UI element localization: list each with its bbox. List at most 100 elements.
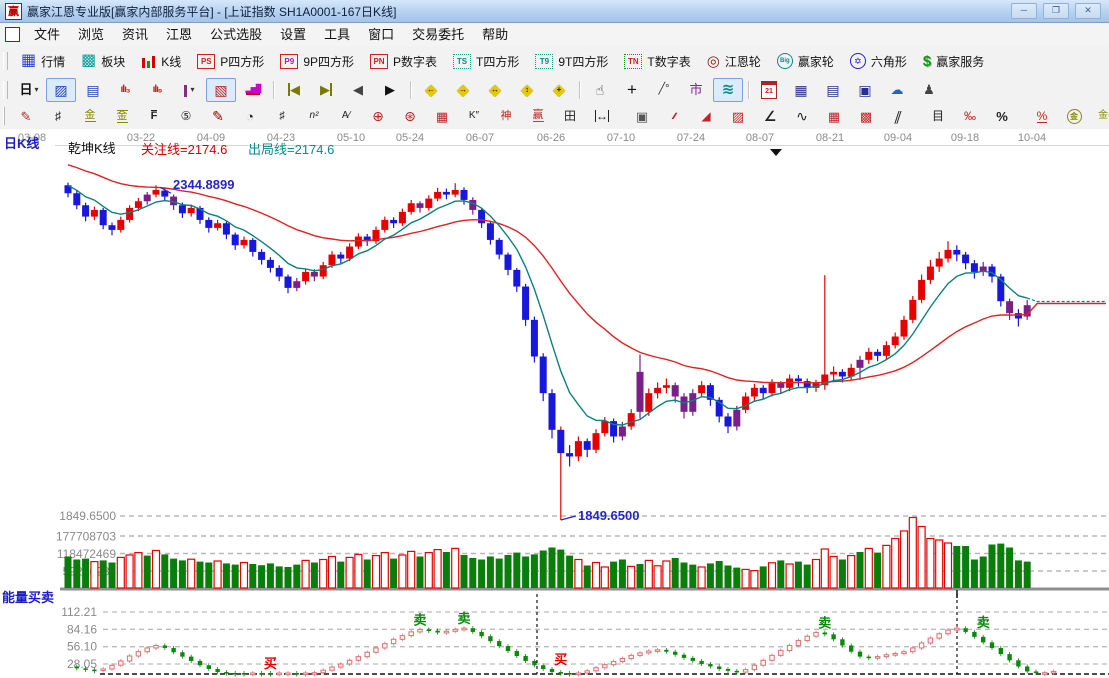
gann-box-2-button[interactable]: ▩ [851,104,881,128]
close-button[interactable]: ✕ [1075,3,1101,19]
price-columns-button[interactable]: 目 [923,104,953,128]
first-page-button[interactable]: ◀ [279,78,309,102]
menu-item-7[interactable]: 窗口 [359,27,403,42]
indicator-candle-down [849,645,853,651]
tn-box-icon: TN [624,54,642,69]
grid-123-button[interactable]: 田 [555,104,585,128]
web-export-button[interactable]: ☁ [882,78,912,102]
steps-3-button[interactable]: ılı₃ [110,78,140,102]
winner-service-button[interactable]: $赢家服务 [916,48,991,74]
width-measure-button[interactable]: ↔ [587,104,617,128]
menu-item-0[interactable]: 文件 [25,27,69,42]
spiral-5-button[interactable]: ⑤ [171,104,201,128]
t9-box-button[interactable]: T99T四方形 [528,48,615,74]
hexagon-button[interactable]: ✡六角形 [843,48,914,74]
box-measure-button[interactable]: ▣ [627,104,657,128]
candle-style-button[interactable]: ▾ [174,78,204,102]
angle-measure-button[interactable]: A∕ [331,104,361,128]
time-cycle-button[interactable]: ◔ [235,104,265,128]
menu-item-8[interactable]: 交易委托 [403,27,473,42]
indicator-candle-down [567,673,571,675]
tn-box-button[interactable]: TNT数字表 [617,48,697,74]
candle-body [883,345,890,356]
notepad-button[interactable]: ▤ [818,78,848,102]
prev-page-button[interactable]: ◀ [343,78,373,102]
gann-web-button[interactable]: ⊛ [395,104,425,128]
trend-angle-tool-button[interactable]: ╱° [649,78,679,102]
fib-lines-button[interactable]: F [139,104,169,128]
ts-box-button[interactable]: TST四方形 [446,48,526,74]
percent-strike-button[interactable]: ‰ [955,104,985,128]
bagua-pattern-button[interactable]: ▨ [46,78,76,102]
brush-red-button[interactable]: ✎ [203,104,233,128]
chart-canvas[interactable]: 03-0803-2204-0904-2305-1005-2406-0706-26… [0,129,1109,678]
fan-triangle-button[interactable]: ◢ [691,104,721,128]
smart-analysis-button[interactable]: ≋ [713,78,743,102]
info-doc-button[interactable]: ▤ [78,78,108,102]
percent-button[interactable]: % [987,104,1017,128]
period-day-button[interactable]: 日▾ [14,78,44,102]
win-ruler-button[interactable]: 赢 [523,104,553,128]
percent-strike-icon: ‰ [964,110,976,122]
trend-angle-tool-icon: ╱° [658,84,669,95]
angle-rays-button[interactable]: ∠ [755,104,785,128]
calendar-21-button[interactable]: 21 [754,78,784,102]
winner-wheel-button[interactable]: Big赢家轮 [770,48,841,74]
menu-item-4[interactable]: 公式选股 [201,27,271,42]
god-line-button[interactable]: 神 [491,104,521,128]
gann-wheel-icon: ◎ [707,54,720,69]
pencil-red-button[interactable]: ✎ [11,104,41,128]
diamond-right-button[interactable]: ◆→ [448,78,478,102]
minimize-button[interactable]: ─ [1011,3,1037,19]
gold-ratio-2-button[interactable]: 金 [107,104,137,128]
circle-cross-button[interactable]: ⊕ [363,104,393,128]
volume-bar-up [742,569,749,588]
menu-item-2[interactable]: 资讯 [113,27,157,42]
hand-tool-button[interactable]: ☝ [585,78,615,102]
calculator-button[interactable]: ▦ [786,78,816,102]
date-label: 05-10 [337,132,365,144]
tick-ruler-2-button[interactable]: ♯ [267,104,297,128]
gold-circle-button[interactable]: 金 [1059,104,1089,128]
diamond-vertical-button[interactable]: ◆↕ [512,78,542,102]
percent-line-button[interactable]: % [1027,104,1057,128]
quotes-table-button[interactable]: ▦行情 [14,48,72,74]
k-marks-button[interactable]: K″ [459,104,489,128]
gann-box-1-button[interactable]: ▦ [819,104,849,128]
zigzag-wave-button[interactable]: ∿ [787,104,817,128]
parallel-lines-button[interactable]: ∥ [883,104,913,128]
last-page-button[interactable]: ▶ [311,78,341,102]
menu-item-1[interactable]: 浏览 [69,27,113,42]
save-button[interactable]: ▣ [850,78,880,102]
fan-rays-button[interactable]: ∕∕∕ [659,104,689,128]
steps-9-button[interactable]: ılı₉ [142,78,172,102]
user-terminal-button[interactable]: ♟ [914,78,944,102]
candle-body [117,220,124,230]
p9-box-button[interactable]: P99P四方形 [273,48,361,74]
gann-tool-button[interactable]: 市 [681,78,711,102]
bagua-pattern-icon: ▨ [54,83,67,97]
diamond-horizontal-button[interactable]: ◆↔ [480,78,510,102]
gold-ratio-1-button[interactable]: 金 [75,104,105,128]
volume-histogram-button[interactable]: ▂▅█ [238,78,268,102]
crosshair-tool-button[interactable]: + [617,78,647,102]
menu-item-5[interactable]: 设置 [271,27,315,42]
gann-map-button[interactable]: ▧ [206,78,236,102]
menu-item-3[interactable]: 江恩 [157,27,201,42]
tick-ruler-button[interactable]: ♯ [43,104,73,128]
sector-blocks-button[interactable]: ▩板块 [74,48,132,74]
fan-box-button[interactable]: ▨ [723,104,753,128]
menu-item-9[interactable]: 帮助 [473,27,517,42]
maximize-button[interactable]: ❐ [1043,3,1069,19]
ps-box-button[interactable]: PSP四方形 [190,48,271,74]
n-square-button[interactable]: n² [299,104,329,128]
menu-item-6[interactable]: 工具 [315,27,359,42]
diamond-all-button[interactable]: ◆+ [544,78,574,102]
next-page-button[interactable]: ▶ [375,78,405,102]
pn-box-button[interactable]: PNP数字表 [363,48,444,74]
diamond-left-button[interactable]: ◆← [416,78,446,102]
gann-wheel-button[interactable]: ◎江恩轮 [700,48,768,74]
gann-grid-red-button[interactable]: ▦ [427,104,457,128]
gold-three-button[interactable]: 金≡ [1091,104,1109,128]
kline-candles-button[interactable]: K线 [134,48,188,74]
